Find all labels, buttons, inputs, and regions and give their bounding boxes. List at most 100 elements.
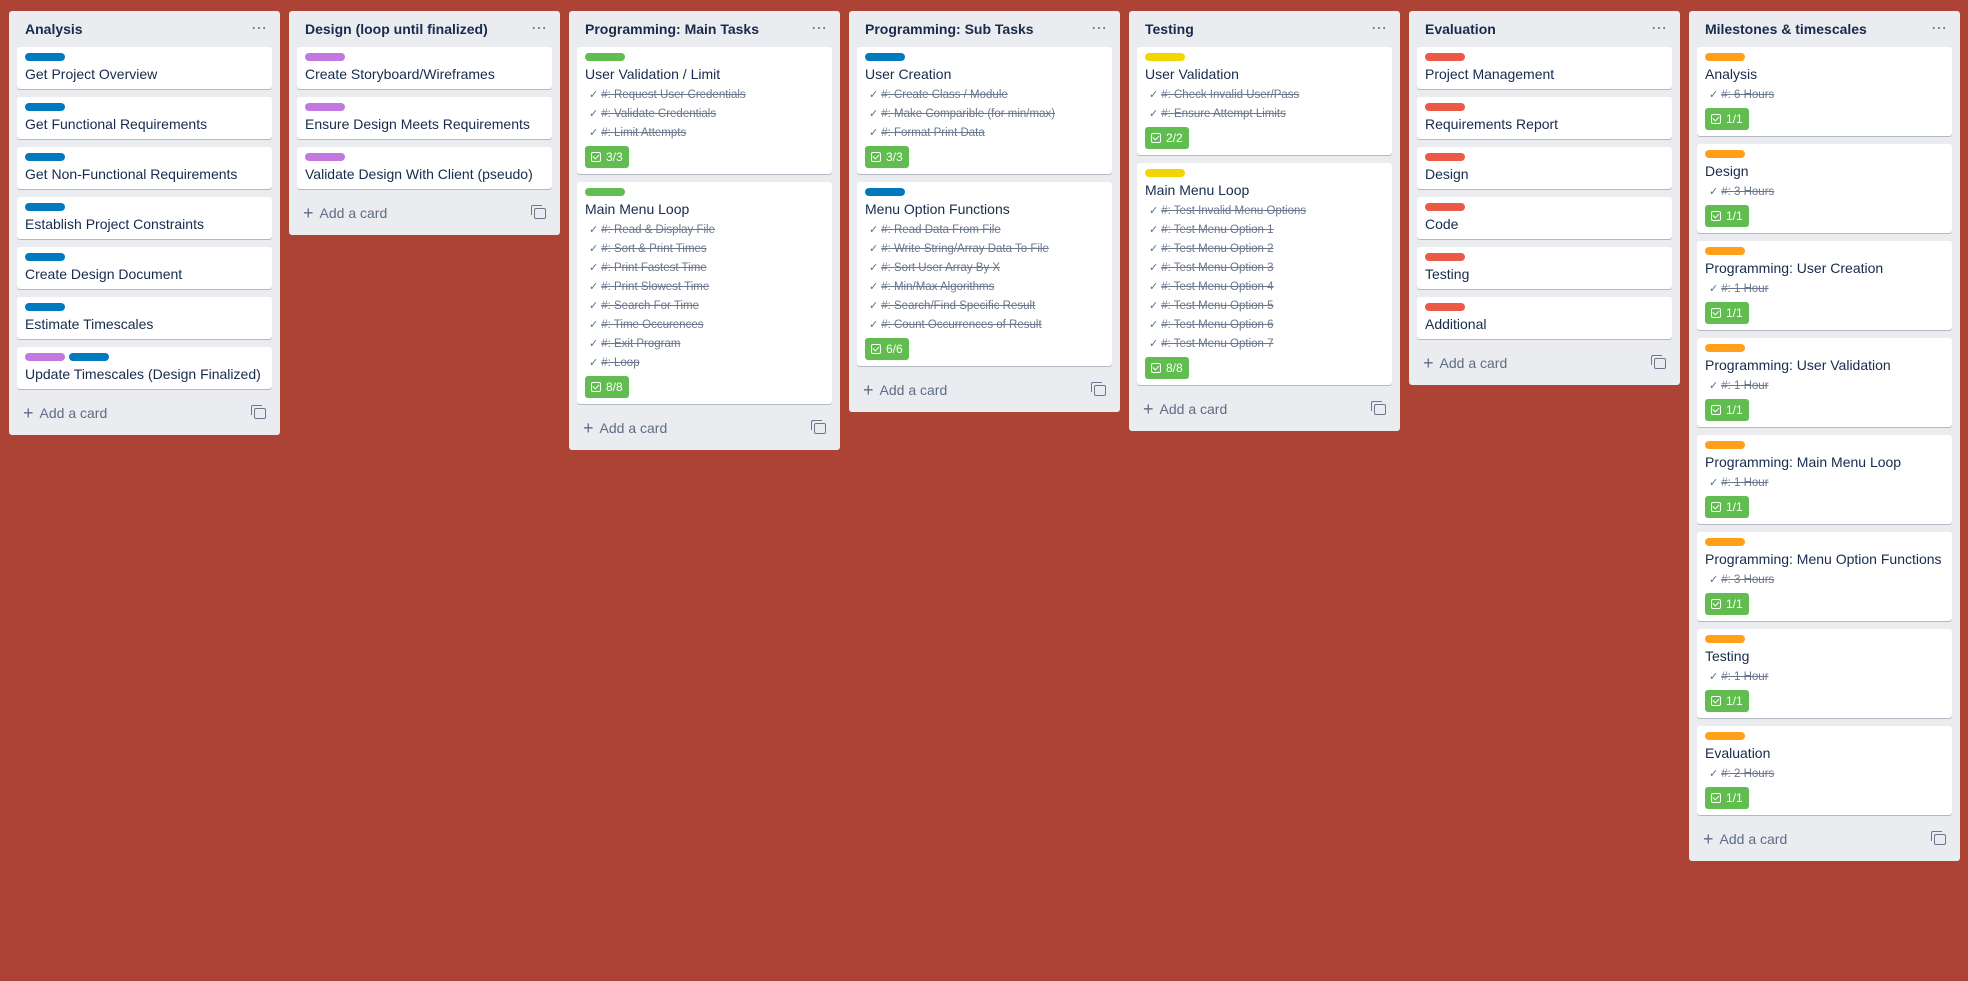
list-title[interactable]: Programming: Sub Tasks [865,21,1034,37]
card-template-icon[interactable] [531,204,546,219]
label-red[interactable] [1425,103,1465,111]
card[interactable]: Create Storyboard/Wireframes [297,47,552,89]
label-blue[interactable] [69,353,109,361]
list-title[interactable]: Programming: Main Tasks [585,21,759,37]
card[interactable]: Project Management [1417,47,1672,89]
card[interactable]: Programming: Menu Option Functions ✓ #: 3 … [1697,532,1952,621]
list-title[interactable]: Evaluation [1425,21,1496,37]
card[interactable]: Get Project Overview [17,47,272,89]
card[interactable]: Estimate Timescales [17,297,272,339]
label-orange[interactable] [1705,635,1745,643]
card[interactable]: Ensure Design Meets Requirements [297,97,552,139]
label-orange[interactable] [1705,538,1745,546]
card[interactable]: Update Timescales (Design Finalized) [17,347,272,389]
checklist-count: 8/8 [1166,361,1183,375]
list-menu-icon[interactable]: ⋯ [1091,21,1112,37]
label-blue[interactable] [25,103,65,111]
list-title[interactable]: Milestones & timescales [1705,21,1867,37]
card[interactable]: Testing ✓ #: 1 Hour 1/1 [1697,629,1952,718]
checklist-count: 2/2 [1166,131,1183,145]
card-template-icon[interactable] [1091,381,1106,396]
card[interactable]: Evaluation ✓ #: 2 Hours 1/1 [1697,726,1952,815]
checklist-item: ✓ #: Test Menu Option 6 [1149,317,1384,333]
checklist-item-text: #: Test Menu Option 1 [1161,224,1274,236]
label-blue[interactable] [865,188,905,196]
label-blue[interactable] [25,203,65,211]
list-menu-icon[interactable]: ⋯ [811,21,832,37]
label-orange[interactable] [1705,247,1745,255]
add-card-button[interactable]: + Add a card [1697,821,1952,857]
card[interactable]: Validate Design With Client (pseudo) [297,147,552,189]
card[interactable]: User Creation ✓ #: Create Class / Module ✓ #… [857,47,1112,174]
list-title[interactable]: Testing [1145,21,1194,37]
card-template-icon[interactable] [1371,400,1386,415]
card[interactable]: Establish Project Constraints [17,197,272,239]
label-orange[interactable] [1705,150,1745,158]
add-card-button[interactable]: + Add a card [577,410,832,446]
label-blue[interactable] [25,53,65,61]
card[interactable]: Design [1417,147,1672,189]
card-title: Project Management [1425,66,1555,82]
add-card-button[interactable]: + Add a card [17,395,272,431]
label-blue[interactable] [25,253,65,261]
list-menu-icon[interactable]: ⋯ [1651,21,1672,37]
card[interactable]: Menu Option Functions ✓ #: Read Data From … [857,182,1112,366]
card[interactable]: Get Non-Functional Requirements [17,147,272,189]
card[interactable]: Code [1417,197,1672,239]
card-template-icon[interactable] [1931,830,1946,845]
card[interactable]: Additional [1417,297,1672,339]
card-template-icon[interactable] [811,419,826,434]
checklist-count: 8/8 [606,380,623,394]
list-menu-icon[interactable]: ⋯ [531,21,552,37]
add-card-button[interactable]: + Add a card [1137,391,1392,427]
add-card-button[interactable]: + Add a card [297,195,552,231]
checklist-item: ✓ #: Count Occurrences of Result [869,317,1104,333]
card[interactable]: Analysis ✓ #: 6 Hours 1/1 [1697,47,1952,136]
label-orange[interactable] [1705,441,1745,449]
card[interactable]: Programming: User Creation ✓ #: 1 Hour 1/1 [1697,241,1952,330]
list-menu-icon[interactable]: ⋯ [1371,21,1392,37]
label-purple[interactable] [305,103,345,111]
label-orange[interactable] [1705,53,1745,61]
label-red[interactable] [1425,203,1465,211]
label-orange[interactable] [1705,344,1745,352]
label-purple[interactable] [25,353,65,361]
card-template-icon[interactable] [1651,354,1666,369]
card[interactable]: Testing [1417,247,1672,289]
card[interactable]: Create Design Document [17,247,272,289]
label-blue[interactable] [25,303,65,311]
list: Design (loop until finalized) ⋯ Create Sto… [289,11,560,235]
card[interactable]: Main Menu Loop ✓ #: Read & Display File ✓ #:… [577,182,832,404]
card[interactable]: Requirements Report [1417,97,1672,139]
label-yellow[interactable] [1145,53,1185,61]
add-card-button[interactable]: + Add a card [1417,345,1672,381]
card[interactable]: User Validation / Limit ✓ #: Request User … [577,47,832,174]
checklist-item: ✓ #: Make Comparible (for min/max) [869,106,1104,122]
label-green[interactable] [585,53,625,61]
label-red[interactable] [1425,303,1465,311]
label-red[interactable] [1425,253,1465,261]
label-blue[interactable] [25,153,65,161]
list-menu-icon[interactable]: ⋯ [1931,21,1952,37]
label-green[interactable] [585,188,625,196]
list-menu-icon[interactable]: ⋯ [251,21,272,37]
card[interactable]: Get Functional Requirements [17,97,272,139]
label-yellow[interactable] [1145,169,1185,177]
label-red[interactable] [1425,153,1465,161]
add-card-button[interactable]: + Add a card [857,372,1112,408]
card[interactable]: Programming: Main Menu Loop ✓ #: 1 Hour 1/1 [1697,435,1952,524]
label-purple[interactable] [305,153,345,161]
list-title[interactable]: Design (loop until finalized) [305,21,488,37]
label-purple[interactable] [305,53,345,61]
card[interactable]: User Validation ✓ #: Check Invalid User/Pa… [1137,47,1392,155]
label-orange[interactable] [1705,732,1745,740]
card[interactable]: Programming: User Validation ✓ #: 1 Hour 1/… [1697,338,1952,427]
label-blue[interactable] [865,53,905,61]
card-template-icon[interactable] [251,404,266,419]
list-title[interactable]: Analysis [25,21,83,37]
checklist-item-text: #: Check Invalid User/Pass [1161,89,1300,101]
card[interactable]: Design ✓ #: 3 Hours 1/1 [1697,144,1952,233]
label-red[interactable] [1425,53,1465,61]
card[interactable]: Main Menu Loop ✓ #: Test Invalid Menu Opti… [1137,163,1392,385]
card-labels [1705,441,1944,449]
